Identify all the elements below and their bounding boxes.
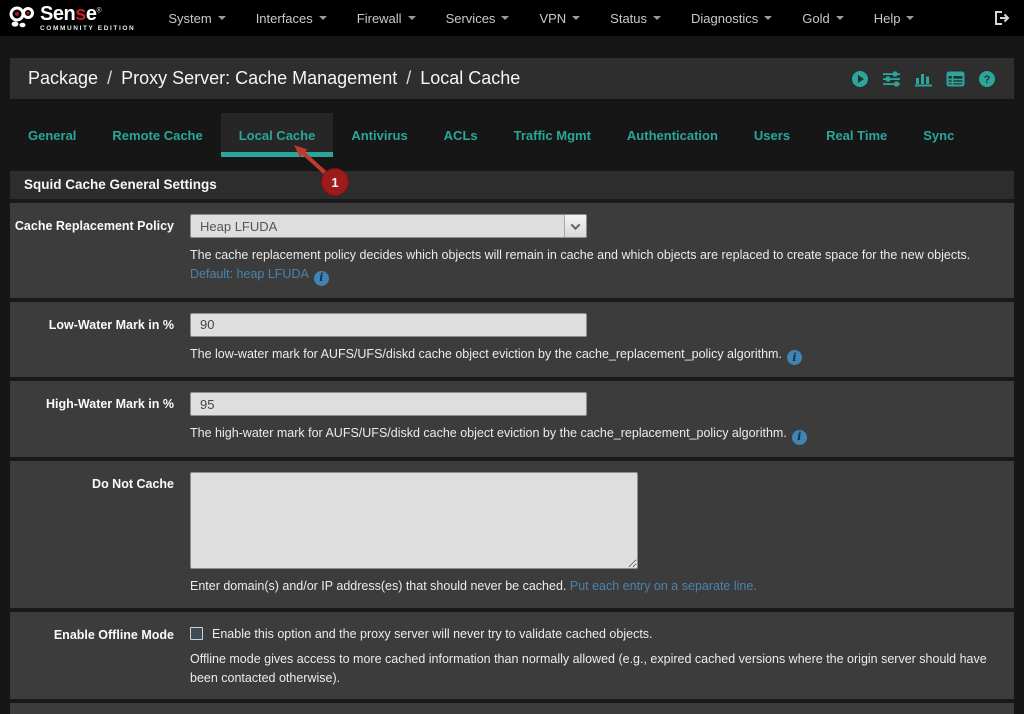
table-icon[interactable] <box>946 70 965 88</box>
top-navbar: Sense® COMMUNITY EDITION System Interfac… <box>0 0 1024 36</box>
breadcrumb: Package / Proxy Server: Cache Management… <box>28 68 521 89</box>
nav-status[interactable]: Status <box>595 11 676 26</box>
field-label: Do Not Cache <box>92 477 174 491</box>
tab-local-cache[interactable]: Local Cache <box>220 113 334 157</box>
nav-services[interactable]: Services <box>431 11 525 26</box>
info-icon[interactable]: i <box>786 350 802 366</box>
nav-firewall[interactable]: Firewall <box>342 11 431 26</box>
caret-down-icon <box>835 16 844 20</box>
do-not-cache-textarea[interactable] <box>190 472 638 569</box>
bar-chart-icon[interactable] <box>914 70 933 88</box>
nav-system[interactable]: System <box>153 11 240 26</box>
separate-line-hint: Put each entry on a separate line. <box>569 579 757 593</box>
field-label: Enable Offline Mode <box>53 627 174 642</box>
nav-interfaces[interactable]: Interfaces <box>241 11 342 26</box>
settings-panel: Squid Cache General Settings Cache Repla… <box>10 171 1014 714</box>
row-do-not-cache: Do Not Cache Enter domain(s) and/or IP a… <box>10 457 1014 608</box>
breadcrumb-bar: Package / Proxy Server: Cache Management… <box>10 58 1014 99</box>
field-label: High-Water Mark in % <box>45 397 174 412</box>
sign-out-icon[interactable] <box>993 10 1010 26</box>
caret-down-icon <box>318 16 327 20</box>
svg-text:?: ? <box>984 74 991 86</box>
caret-down-icon <box>653 16 662 20</box>
low-water-mark-input[interactable] <box>190 312 587 337</box>
nav-help[interactable]: Help <box>859 11 930 26</box>
pfsense-logo[interactable]: Sense® COMMUNITY EDITION <box>8 4 135 33</box>
tab-real-time[interactable]: Real Time <box>808 113 905 157</box>
high-water-mark-input[interactable] <box>190 392 587 417</box>
select-value: Heap LFUDA <box>200 218 278 234</box>
breadcrumb-local-cache: Local Cache <box>420 68 521 88</box>
cache-replacement-policy-select[interactable]: Heap LFUDA <box>190 214 587 238</box>
logo-text: Sense® COMMUNITY EDITION <box>40 4 135 33</box>
tab-authentication[interactable]: Authentication <box>609 113 736 157</box>
tab-acls[interactable]: ACLs <box>426 113 496 157</box>
default-policy-link[interactable]: Default: heap LFUDA <box>190 267 309 281</box>
tab-users[interactable]: Users <box>736 113 808 157</box>
caret-down-icon <box>217 16 226 20</box>
breadcrumb-proxy-server[interactable]: Proxy Server: Cache Management <box>121 68 397 89</box>
breadcrumb-package[interactable]: Package <box>28 68 98 89</box>
field-description: The low-water mark for AUFS/UFS/diskd ca… <box>190 345 1000 366</box>
caret-down-icon <box>572 16 581 20</box>
nav-vpn[interactable]: VPN <box>524 11 595 26</box>
field-label: Low-Water Mark in % <box>48 317 174 332</box>
nav-gold[interactable]: Gold <box>787 11 858 26</box>
brand-edition: COMMUNITY EDITION <box>40 24 136 32</box>
row-enable-offline-mode: Enable Offline Mode Enable this option a… <box>10 607 1014 700</box>
sliders-icon[interactable] <box>882 70 901 88</box>
caret-down-icon <box>764 16 773 20</box>
field-label: Cache Replacement Policy <box>14 219 174 233</box>
field-description: Enter domain(s) and/or IP address(es) th… <box>190 579 757 593</box>
nav-diagnostics[interactable]: Diagnostics <box>676 11 787 26</box>
caret-down-icon <box>906 16 915 20</box>
brand-wordmark: Sense® <box>40 2 102 25</box>
tab-traffic-mgmt[interactable]: Traffic Mgmt <box>496 113 609 157</box>
row-cache-replacement-policy: Cache Replacement Policy Heap LFUDA The … <box>10 199 1014 298</box>
tab-antivirus[interactable]: Antivirus <box>333 113 425 157</box>
help-circle-icon[interactable]: ? <box>978 70 996 88</box>
info-icon[interactable]: i <box>791 430 807 445</box>
field-label: External Cache Managers <box>10 703 190 714</box>
tab-sync[interactable]: Sync <box>905 113 972 157</box>
play-circle-icon[interactable] <box>851 70 869 88</box>
enable-offline-mode-checkbox[interactable] <box>190 627 203 641</box>
select-dropdown-button[interactable] <box>564 215 586 237</box>
checkbox-label: Enable this option and the proxy server … <box>212 626 653 641</box>
field-description: The high-water mark for AUFS/UFS/diskd c… <box>190 424 1000 445</box>
caret-down-icon <box>501 16 510 20</box>
field-description: The cache replacement policy decides whi… <box>190 248 971 286</box>
field-description: Offline mode gives access to more cached… <box>190 651 987 685</box>
chevron-down-icon <box>570 219 581 230</box>
tab-general[interactable]: General <box>10 113 94 157</box>
panel-title: Squid Cache General Settings <box>10 171 1014 199</box>
tab-bar: General Remote Cache Local Cache Antivir… <box>10 113 1014 157</box>
info-icon[interactable]: i <box>313 270 329 286</box>
caret-down-icon <box>407 16 416 20</box>
row-low-water-mark: Low-Water Mark in % The low-water mark f… <box>10 297 1014 378</box>
pfsense-logo-icon <box>9 6 34 28</box>
row-external-cache-managers: External Cache Managers Enter the IPs fo… <box>10 699 1014 714</box>
main-menu: System Interfaces Firewall Services VPN … <box>153 11 929 26</box>
row-high-water-mark: High-Water Mark in % The high-water mark… <box>10 377 1014 457</box>
tab-remote-cache[interactable]: Remote Cache <box>94 113 220 157</box>
breadcrumb-actions: ? <box>851 70 996 88</box>
